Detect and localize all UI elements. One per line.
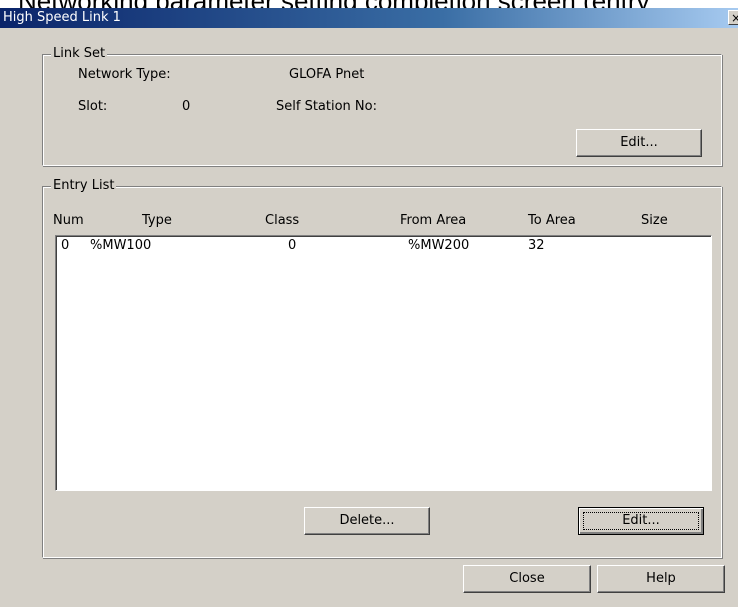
self-station-label: Self Station No:: [276, 99, 377, 114]
column-header-size: Size: [641, 213, 668, 228]
close-button[interactable]: Close: [463, 565, 591, 593]
entry-list-box[interactable]: 0 %MW100 0 %MW200 32: [55, 235, 712, 491]
delete-entry-button[interactable]: Delete...: [304, 507, 430, 535]
cell-type: %MW100: [90, 238, 152, 253]
column-header-num: Num: [53, 213, 84, 228]
cell-class: 0: [288, 238, 297, 253]
entry-list-group: Entry List Num Type Class From Area To A…: [42, 178, 722, 558]
title-bar[interactable]: High Speed Link 1 ×: [0, 8, 738, 28]
cell-num: 0: [61, 238, 70, 253]
slot-value: 0: [182, 99, 191, 114]
link-set-legend: Link Set: [51, 46, 108, 62]
focus-rectangle: [583, 512, 699, 530]
help-button[interactable]: Help: [597, 565, 725, 593]
table-row[interactable]: 0 %MW100 0 %MW200 32: [56, 238, 711, 254]
cell-from-area: %MW200: [408, 238, 470, 253]
entry-edit-button[interactable]: Edit...: [578, 507, 704, 535]
network-type-value: GLOFA Pnet: [289, 67, 365, 82]
cell-to-area: 32: [528, 238, 545, 253]
close-window-icon[interactable]: ×: [728, 10, 738, 25]
column-header-from-area: From Area: [400, 213, 467, 228]
column-header-class: Class: [265, 213, 300, 228]
high-speed-link-dialog: High Speed Link 1 × Link Set Network Typ…: [0, 8, 738, 607]
link-set-edit-button[interactable]: Edit...: [576, 129, 702, 157]
slot-label: Slot:: [78, 99, 108, 114]
network-type-label: Network Type:: [78, 67, 171, 82]
column-header-type: Type: [142, 213, 172, 228]
link-set-group: Link Set Network Type: GLOFA Pnet Slot: …: [42, 46, 722, 166]
entry-list-legend: Entry List: [51, 178, 117, 194]
column-header-to-area: To Area: [528, 213, 576, 228]
window-title: High Speed Link 1: [3, 10, 121, 25]
